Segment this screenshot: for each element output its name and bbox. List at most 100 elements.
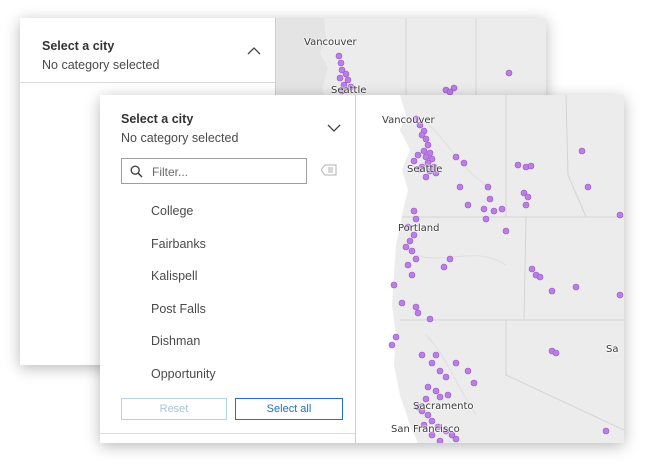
map-label-seattle: Seattle (407, 164, 443, 175)
back-map-point[interactable] (344, 76, 352, 84)
panel-divider (100, 433, 355, 434)
back-panel-subtitle: No category selected (42, 58, 160, 72)
map-point[interactable] (414, 151, 422, 159)
map-label-san-francisco: San Francisco (391, 424, 460, 435)
back-map-point[interactable] (342, 70, 350, 78)
map-point[interactable] (418, 351, 426, 359)
back-map-point[interactable] (335, 52, 343, 60)
map-point[interactable] (460, 159, 468, 167)
map-point[interactable] (584, 183, 592, 191)
map-point[interactable] (412, 303, 420, 311)
map-point[interactable] (406, 237, 414, 245)
map-point[interactable] (412, 215, 420, 223)
list-item-dishman[interactable]: Dishman (151, 331, 216, 364)
map-point[interactable] (424, 383, 432, 391)
map-point[interactable] (498, 205, 506, 213)
map-point[interactable] (470, 379, 478, 387)
search-icon (130, 165, 143, 178)
map-point[interactable] (426, 315, 434, 323)
map-label-vancouver: Vancouver (382, 115, 435, 126)
map-point[interactable] (436, 393, 444, 401)
select-all-button[interactable]: Select all (235, 398, 343, 420)
map-point[interactable] (404, 261, 412, 269)
map-point[interactable] (436, 367, 444, 375)
map-point[interactable] (398, 299, 406, 307)
map-point[interactable] (412, 255, 420, 263)
filter-input[interactable] (150, 162, 304, 182)
back-map-point[interactable] (505, 69, 513, 77)
map-point[interactable] (422, 135, 430, 143)
map-point[interactable] (402, 243, 410, 251)
list-item-opportunity[interactable]: Opportunity (151, 364, 216, 397)
map-canvas (356, 95, 624, 443)
map-point[interactable] (390, 281, 398, 289)
clear-filter-icon[interactable] (321, 164, 337, 176)
map-point[interactable] (436, 437, 444, 443)
map-point[interactable] (424, 141, 432, 149)
chevron-down-icon[interactable] (327, 123, 341, 133)
map-label-sa: Sa (606, 344, 619, 355)
map-point[interactable] (480, 205, 488, 213)
map-view[interactable]: Vancouver Seattle Portland Sacramento Sa… (356, 95, 624, 443)
map-point[interactable] (616, 211, 624, 219)
map-point[interactable] (502, 227, 510, 235)
map-point[interactable] (616, 291, 624, 299)
map-point[interactable] (522, 201, 530, 209)
panel-header[interactable]: Select a city No category selected (100, 95, 355, 157)
map-point[interactable] (428, 359, 436, 367)
map-point[interactable] (444, 391, 452, 399)
map-point[interactable] (484, 183, 492, 191)
map-point[interactable] (548, 287, 556, 295)
list-item-post-falls[interactable]: Post Falls (151, 299, 216, 332)
map-point[interactable] (552, 349, 560, 357)
back-map-point[interactable] (336, 74, 344, 82)
map-point[interactable] (408, 271, 416, 279)
map-point[interactable] (414, 309, 422, 317)
map-point[interactable] (408, 247, 416, 255)
map-point[interactable] (602, 427, 610, 435)
map-label-sacramento: Sacramento (413, 401, 474, 412)
map-point[interactable] (422, 153, 430, 161)
list-item-college[interactable]: College (151, 201, 216, 234)
panel-title: Select a city (121, 112, 194, 126)
map-point[interactable] (482, 215, 490, 223)
map-point[interactable] (388, 341, 396, 349)
reset-button[interactable]: Reset (121, 398, 227, 420)
map-point[interactable] (572, 283, 580, 291)
map-point[interactable] (392, 333, 400, 341)
chevron-up-icon[interactable] (247, 46, 261, 56)
map-point[interactable] (514, 161, 522, 169)
map-point[interactable] (578, 147, 586, 155)
map-point[interactable] (442, 373, 450, 381)
map-point[interactable] (452, 153, 460, 161)
panel-subtitle: No category selected (121, 131, 239, 145)
map-point[interactable] (490, 207, 498, 215)
map-label-vancouver: Vancouver (304, 37, 357, 48)
map-point[interactable] (536, 273, 544, 281)
map-point[interactable] (528, 265, 536, 273)
back-panel-header[interactable]: Select a city No category selected (20, 18, 275, 83)
map-point[interactable] (446, 255, 454, 263)
map-point[interactable] (464, 367, 472, 375)
map-point[interactable] (452, 359, 460, 367)
map-point[interactable] (432, 351, 440, 359)
back-map-point[interactable] (337, 59, 345, 67)
back-panel-title: Select a city (42, 39, 115, 53)
map-point[interactable] (410, 207, 418, 215)
category-panel: Select a city No category selected Filte… (100, 95, 356, 443)
list-item-fairbanks[interactable]: Fairbanks (151, 234, 216, 267)
map-point[interactable] (432, 387, 440, 395)
list-item-kalispell[interactable]: Kalispell (151, 266, 216, 299)
map-point[interactable] (456, 183, 464, 191)
map-point[interactable] (527, 162, 535, 170)
map-point[interactable] (524, 193, 532, 201)
map-point[interactable] (440, 263, 448, 271)
map-point[interactable] (464, 201, 472, 209)
map-point[interactable] (486, 195, 494, 203)
map-point[interactable] (452, 435, 460, 443)
map-point[interactable] (424, 411, 432, 419)
filter-box[interactable] (121, 158, 307, 184)
city-list: College Fairbanks Kalispell Post Falls D… (151, 201, 216, 396)
map-point[interactable] (420, 147, 428, 155)
front-city-widget: Select a city No category selected Filte… (100, 95, 624, 443)
